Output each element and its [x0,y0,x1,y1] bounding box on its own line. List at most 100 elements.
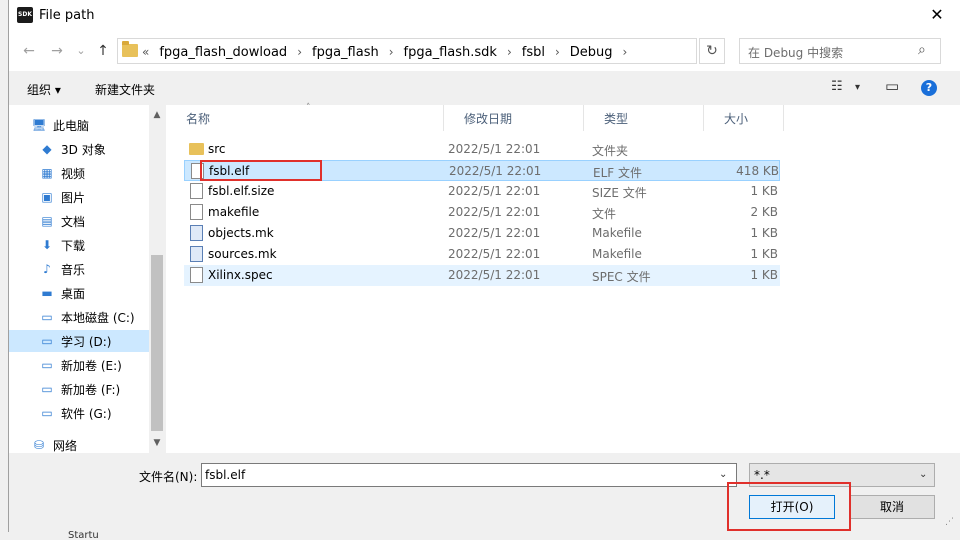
view-options-icon[interactable]: ☷ [831,79,843,94]
column-header-date[interactable]: 修改日期 [444,105,584,131]
sidebar-item[interactable]: ⬇ 下载 [9,234,149,256]
sidebar-item-label: 学习 (D:) [61,334,112,349]
file-date: 2022/5/1 22:01 [448,268,541,282]
new-folder-button[interactable]: 新建文件夹 [95,81,155,98]
file-icon [190,183,203,199]
filename-dropdown-icon[interactable]: ⌄ [719,469,727,480]
network-icon: ⛁ [33,438,45,452]
sidebar-item[interactable]: ◆ 3D 对象 [9,138,149,160]
search-box[interactable]: 在 Debug 中搜索 ⌕ [739,38,941,64]
filename-input[interactable]: fsbl.elf [201,463,737,487]
sidebar-item-label: 图片 [61,190,86,205]
sidebar-item-label: 文档 [61,214,86,229]
file-type-dropdown-icon[interactable]: ⌄ [919,469,927,480]
file-icon [190,267,203,283]
breadcrumb-overflow-icon[interactable]: « [142,45,149,59]
command-toolbar: 组织 ▾ 新建文件夹 ☷ ▾ ▭ ? [9,71,960,105]
breadcrumb-separator-icon[interactable]: › [297,45,302,59]
sidebar-item[interactable]: ▭ 学习 (D:) [9,330,149,352]
resize-grip-icon[interactable]: ⋰ [945,517,954,527]
title-bar: SDK File path ✕ [9,0,960,31]
column-name-label: 名称 [186,111,211,126]
video-icon: ▦ [41,166,53,180]
sidebar-item[interactable]: ▦ 视频 [9,162,149,184]
sidebar-item-label: 桌面 [61,286,86,301]
file-name: objects.mk [208,226,274,240]
file-type: 文件 [592,207,617,221]
scroll-down-icon[interactable]: ▼ [149,435,165,451]
help-icon[interactable]: ? [921,80,937,96]
refresh-button[interactable]: ↻ [699,38,725,64]
address-bar[interactable]: « fpga_flash_dowload › fpga_flash › fpga_flas… [117,38,776,64]
highlight-annotation [727,482,851,531]
column-header-name[interactable]: 名称 ˄ [166,103,444,131]
window-title: File path [39,8,95,23]
file-name: Xilinx.spec [208,268,273,282]
sidebar-item-label: 下载 [61,238,86,253]
breadcrumb-separator-icon[interactable]: › [555,45,560,59]
organize-button[interactable]: 组织 ▾ [27,81,61,98]
file-type: Makefile [592,226,642,240]
file-date: 2022/5/1 22:01 [448,142,541,156]
breadcrumb-separator-icon[interactable]: › [623,45,628,59]
navigation-pane: 🖥 此电脑 ◆ 3D 对象 ▦ 视频 ▣ 图片 ▤ 文档 ⬇ 下载 ♪ 音乐 ▬ 桌面 ▭ 本地磁盘 (C:) ▭ 学… [9,105,165,453]
file-list: 名称 ˄ 修改日期 类型 大小 src 2022/5/1 22:01 文件夹 fsbl… [166,103,960,453]
file-row[interactable]: fsbl.elf.size 2022/5/1 22:01 SIZE 文件 1 KB [184,181,780,202]
sidebar-item[interactable]: ▭ 本地磁盘 (C:) [9,306,149,328]
background-app-bottom: Startu [0,530,960,541]
sidebar-item[interactable]: ♪ 音乐 [9,258,149,280]
file-name: fsbl.elf.size [208,184,275,198]
close-button[interactable]: ✕ [923,4,951,26]
drive-c-icon: ▭ [41,310,53,324]
breadcrumb-item[interactable]: Debug [570,45,613,60]
file-type: SPEC 文件 [592,270,651,284]
sidebar-item[interactable]: ▬ 桌面 [9,282,149,304]
breadcrumb-item[interactable]: fpga_flash_dowload [159,45,287,60]
sidebar-item[interactable]: ▣ 图片 [9,186,149,208]
file-type: ELF 文件 [593,166,642,180]
column-header-type[interactable]: 类型 [584,105,704,131]
breadcrumb-item[interactable]: fpga_flash [312,45,379,60]
sidebar-item-label: 新加卷 (E:) [61,358,122,373]
navigation-bar: ← → ⌄ ↑ « fpga_flash_dowload › fpga_flash › f… [9,31,960,71]
sidebar-item[interactable]: ▭ 软件 (G:) [9,402,149,424]
view-dropdown-icon[interactable]: ▾ [855,82,860,93]
file-row[interactable]: objects.mk 2022/5/1 22:01 Makefile 1 KB [184,223,780,244]
music-icon: ♪ [43,262,51,276]
3d-objects-icon: ◆ [42,142,52,156]
sidebar-item[interactable]: ▭ 新加卷 (F:) [9,378,149,400]
search-input[interactable]: 在 Debug 中搜索 [748,44,843,61]
file-row[interactable]: Xilinx.spec 2022/5/1 22:01 SPEC 文件 1 KB [184,265,780,286]
up-button[interactable]: ↑ [93,41,113,61]
sidebar-item-label: 软件 (G:) [61,406,112,421]
makefile-icon [190,225,203,241]
scrollbar-thumb[interactable] [151,255,163,431]
sidebar-item[interactable]: ▭ 新加卷 (E:) [9,354,149,376]
scroll-up-icon[interactable]: ▲ [149,107,165,123]
file-row[interactable]: src 2022/5/1 22:01 文件夹 [184,139,780,160]
breadcrumb-item[interactable]: fsbl [522,45,545,60]
breadcrumb: « fpga_flash_dowload › fpga_flash › fpga_flas… [142,43,637,61]
recent-locations-button[interactable]: ⌄ [71,41,91,61]
file-date: 2022/5/1 22:01 [448,226,541,240]
file-row[interactable]: sources.mk 2022/5/1 22:01 Makefile 1 KB [184,244,780,265]
makefile-icon [190,246,203,262]
cancel-button[interactable]: 取消 [849,495,935,519]
file-row[interactable]: makefile 2022/5/1 22:01 文件 2 KB [184,202,780,223]
back-button[interactable]: ← [19,41,39,61]
breadcrumb-separator-icon[interactable]: › [507,45,512,59]
sidebar-item[interactable]: 🖥 此电脑 [9,114,149,136]
dialog-footer: 文件名(N): fsbl.elf ⌄ *.* ⌄ 打开(O) 取消 ⋰ [9,453,960,532]
preview-pane-icon[interactable]: ▭ [885,77,899,95]
column-header-size[interactable]: 大小 [704,105,784,131]
filename-label: 文件名(N): [139,470,198,484]
sidebar-item-label: 视频 [61,166,86,181]
forward-button[interactable]: → [47,41,67,61]
background-tab-label: Startu [68,530,99,541]
breadcrumb-item[interactable]: fpga_flash.sdk [404,45,497,60]
sidebar-item[interactable]: ▤ 文档 [9,210,149,232]
file-type: 文件夹 [592,144,629,158]
column-size-label: 大小 [724,111,749,126]
breadcrumb-separator-icon[interactable]: › [389,45,394,59]
file-date: 2022/5/1 22:01 [448,247,541,261]
